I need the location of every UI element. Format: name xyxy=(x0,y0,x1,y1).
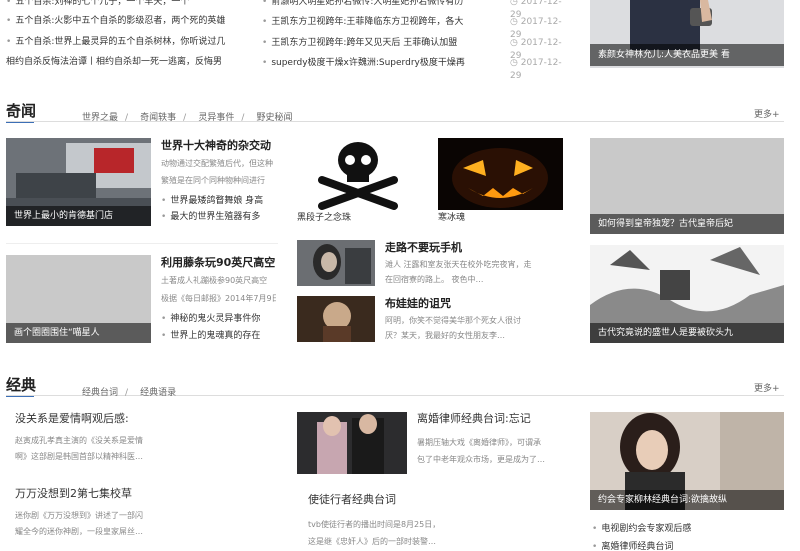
more-link-qiwen[interactable]: 更多+ xyxy=(754,107,780,120)
skull-thumb[interactable] xyxy=(297,138,419,210)
story-desc: 厌？某天，我最好的女性朋友李… xyxy=(385,331,505,340)
feature-link[interactable]: 世界上的鬼魂真的存在 xyxy=(161,330,279,343)
clock-icon: ◷ xyxy=(510,58,521,68)
emperor-consort-image[interactable]: 如何得到皇帝独宠？古代皇帝后妃 xyxy=(590,138,784,234)
pumpkin-thumb[interactable] xyxy=(438,138,563,210)
ancient-sketch-image[interactable]: 古代究竟说的盛世人是要被砍头九 xyxy=(590,245,784,343)
divider xyxy=(6,243,278,244)
article-desc: 啊》这部剧是韩国首部以精神科医… xyxy=(15,452,143,461)
thumb-label[interactable]: 寒冰魂 xyxy=(438,212,465,225)
feature-link[interactable]: 神秘的鬼火灵异事件你 xyxy=(161,313,279,326)
more-link-jingdian[interactable]: 更多+ xyxy=(754,381,780,394)
cat-image[interactable]: 画个圈圈围住“喵星人 xyxy=(6,255,151,343)
section-title-jingdian: 经典 xyxy=(6,376,37,394)
image-caption[interactable]: 画个圈圈围住“喵星人 xyxy=(6,323,151,343)
tab-strange-stories[interactable]: 奇闻轶事 xyxy=(140,113,176,123)
tab-unofficial-history[interactable]: 野史秘闻 xyxy=(256,113,292,123)
dating-expert-image[interactable]: 约会专家柳林经典台词:欲擒故纵 xyxy=(590,412,784,510)
tab-supernatural[interactable]: 灵异事件 xyxy=(198,113,234,123)
list-item-title[interactable]: 王凯东方卫视跨年:跨年又见天后 王菲确认加盟 xyxy=(262,37,482,50)
story-desc: 阿明，你笑不觉得美华那个死女人很讨 xyxy=(385,316,521,325)
list-item[interactable]: 俞灏明大明星妃孙若微传:大明星妃孙若微传有历 ◷ 2017-12-29 xyxy=(262,0,572,20)
story-desc: 滩人 汪露和室友张天在校外吃完夜宵，走 xyxy=(385,260,532,269)
list-item-title[interactable]: superdy极度干燥x许魏洲:Superdry极度干燥再 xyxy=(262,57,482,70)
jingdian-tabs: 经典台词 / 经典语录 xyxy=(82,388,177,398)
image-caption[interactable]: 世界上最小的肯德基门店 xyxy=(6,206,151,226)
feature-desc: 动物通过交配繁殖后代，但这种 xyxy=(161,159,273,168)
list-item[interactable]: 离婚律师经典台词 xyxy=(592,541,782,551)
list-item-title[interactable]: 王凯东方卫视跨年:王菲降临东方卫视跨年，各大 xyxy=(262,16,482,29)
article-item[interactable]: 没关系是爱情啊观后感: 赵寅成孔孝真主演的《没关系是爱情 啊》这部剧是韩国首部以… xyxy=(15,412,275,463)
list-item[interactable]: 电视剧约会专家观后感 xyxy=(592,523,782,536)
list-item-date: ◷ 2017-12-29 xyxy=(510,57,572,83)
article-desc: 耀全今的迷你神剧，一段皇家屌丝… xyxy=(15,527,143,536)
article-title[interactable]: 万万没想到2第七集校草 xyxy=(15,487,275,501)
kfc-store-image[interactable]: 世界上最小的肯德基门店 xyxy=(6,138,151,226)
clock-icon: ◷ xyxy=(510,17,521,27)
list-item-title[interactable]: 俞灏明大明星妃孙若微传:大明星妃孙若微传有历 xyxy=(262,0,482,9)
article-desc: 迷你剧《万万没想到》讲述了一部闪 xyxy=(15,511,143,520)
clock-icon: ◷ xyxy=(510,38,521,48)
list-item[interactable]: 五个自杀:刘禅的七个儿子，一个早夭，一个 xyxy=(6,0,246,9)
story-title[interactable]: 走路不要玩手机 xyxy=(385,240,462,255)
feature-desc: 土著成人礼蹦极参90英尺高空 xyxy=(161,276,268,285)
section-title-qiwen: 奇闻 xyxy=(6,102,37,120)
top-right-image-card[interactable]: 素颜女神林允儿:人美衣品更美 看 xyxy=(590,0,784,68)
clock-icon: ◷ xyxy=(510,0,521,7)
doll-photo xyxy=(297,296,375,342)
article-title[interactable]: 没关系是爱情啊观后感: xyxy=(15,412,275,426)
image-caption[interactable]: 素颜女神林允儿:人美衣品更美 看 xyxy=(590,44,784,66)
list-item[interactable]: superdy极度干燥x许魏洲:Superdry极度干燥再 ◷ 2017-12-… xyxy=(262,57,572,81)
tab-classic-quotes[interactable]: 经典语录 xyxy=(140,388,176,398)
woman-phone-photo xyxy=(297,240,375,286)
story-desc: 这是继《忠奸人》后的一部时装警… xyxy=(308,537,436,546)
image-caption[interactable]: 古代究竟说的盛世人是要被砍头九 xyxy=(590,323,784,343)
story-desc: 在回宿寮的路上。 夜色中… xyxy=(385,275,484,284)
skull-crossbones-icon xyxy=(297,138,419,210)
feature-desc: 极据《每日邮报》2014年7月9日 xyxy=(161,294,276,303)
story-thumb[interactable] xyxy=(297,296,375,342)
tab-world-most[interactable]: 世界之最 xyxy=(82,113,118,123)
feature-desc: 繁殖是在同个同种物种间进行 xyxy=(161,176,265,185)
list-item[interactable]: 五个自杀:世界上最灵异的五个自杀树林，你听说过几 xyxy=(6,36,246,49)
story-title[interactable]: 离婚律师经典台词:忘记 xyxy=(417,412,531,426)
couple-photo xyxy=(297,412,407,474)
list-item[interactable]: 相约自杀反悔法治谭丨相约自杀却一死一逃离，反悔男 xyxy=(6,56,246,69)
article-desc: 赵寅成孔孝真主演的《没关系是爱情 xyxy=(15,436,143,445)
feature-link[interactable]: 最大的世界生殖器有多 xyxy=(161,211,279,224)
list-item[interactable]: 五个自杀:火影中五个自杀的影级忍者，两个死的英雄 xyxy=(6,15,246,28)
tab-classic-lines[interactable]: 经典台词 xyxy=(82,388,118,398)
story-title[interactable]: 布娃娃的诅咒 xyxy=(385,296,451,311)
list-item[interactable]: 王凯东方卫视跨年:王菲降临东方卫视跨年，各大 ◷ 2017-12-29 xyxy=(262,16,572,40)
feature-title[interactable]: 世界十大神奇的杂交动 xyxy=(161,138,281,153)
story-title[interactable]: 使徒行者经典台词 xyxy=(308,493,396,507)
story-desc: 包了中老年观众市场，更是成为了… xyxy=(417,455,545,464)
article-item[interactable]: 万万没想到2第七集校草 迷你剧《万万没想到》讲述了一部闪 耀全今的迷你神剧，一段… xyxy=(15,487,275,538)
feature-title[interactable]: 利用藤条玩90英尺高空 xyxy=(161,255,281,270)
story-thumb[interactable] xyxy=(297,240,375,286)
feature-link[interactable]: 世界最矮鸽瞀舞娘 身高 xyxy=(161,195,279,208)
pumpkin-photo xyxy=(438,138,563,210)
qiwen-tabs: 世界之最 / 奇闻轶事 / 灵异事件 / 野史秘闻 xyxy=(82,113,293,123)
thumb-label[interactable]: 黑段子之念珠 xyxy=(297,212,351,225)
story-desc: 暑期压轴大戏《离婚律师》，可谓承 xyxy=(417,438,541,447)
story-thumb[interactable] xyxy=(297,412,407,474)
image-caption[interactable]: 如何得到皇帝独宠？古代皇帝后妃 xyxy=(590,214,784,234)
image-caption[interactable]: 约会专家柳林经典台词:欲擒故纵 xyxy=(590,490,784,510)
story-desc: tvb使徒行者的播出时间是8月25日， xyxy=(308,520,441,529)
list-item[interactable]: 王凯东方卫视跨年:跨年又见天后 王菲确认加盟 ◷ 2017-12-29 xyxy=(262,37,572,61)
